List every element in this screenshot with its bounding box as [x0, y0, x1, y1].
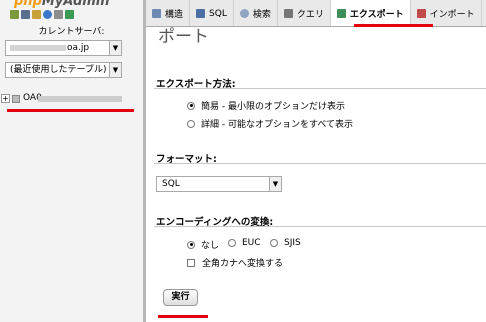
encoding-euc-option[interactable]: EUC [228, 238, 261, 248]
encoding-none-option[interactable]: なし [187, 238, 219, 251]
divider [154, 88, 486, 89]
divider [154, 163, 486, 164]
format-select[interactable]: SQL ▼ [156, 176, 282, 192]
recent-tables-select[interactable]: (最近使用したテーブル) ... ▼ [5, 62, 122, 78]
tab-label: 検索 [252, 10, 271, 20]
run-button[interactable]: 実行 [163, 289, 198, 306]
database-icon [12, 95, 20, 103]
tab-query[interactable]: クエリ [278, 0, 331, 26]
tab-label: クエリ [296, 10, 324, 20]
chevron-down-icon: ▼ [269, 177, 281, 191]
option-label: なし [201, 241, 220, 251]
radio-button[interactable] [228, 239, 236, 247]
redacted-db-name [38, 96, 122, 102]
kana-convert-checkbox[interactable] [187, 258, 195, 267]
expand-icon[interactable]: + [1, 94, 10, 103]
tab-sql[interactable]: SQL [190, 0, 234, 26]
export-icon [336, 9, 346, 18]
format-select-value: SQL [162, 179, 180, 189]
sql-icon [196, 9, 206, 18]
server-select-value: oa.jp [67, 43, 90, 53]
current-server-label: カレントサーバ: [38, 27, 105, 37]
search-icon [239, 9, 249, 18]
export-method-quick-option[interactable]: 簡易 - 最小限のオプションだけ表示 [187, 99, 345, 112]
highlight-underline [158, 315, 208, 318]
home-icon[interactable] [10, 10, 19, 19]
structure-icon [152, 9, 161, 18]
tab-label: インポート [429, 10, 475, 20]
quick-icons [10, 10, 74, 19]
tab-export[interactable]: エクスポート [330, 0, 411, 26]
sql-query-icon[interactable] [32, 10, 41, 19]
kana-convert-option[interactable]: 全角カナへ変換する [187, 256, 283, 269]
encoding-sjis-option[interactable]: SJIS [270, 238, 301, 248]
import-icon [416, 9, 426, 18]
logo-text-myadmin: MyAdmin [41, 0, 110, 9]
radio-button[interactable] [187, 240, 195, 249]
tab-import[interactable]: インポート [411, 0, 482, 26]
redacted-server-name [10, 44, 66, 51]
tab-label: 構造 [165, 10, 184, 20]
query-icon [283, 9, 293, 18]
divider [154, 226, 486, 227]
reload-icon[interactable] [65, 10, 74, 19]
navigation-panel: phpMyAdmin カレントサーバ: oa.jp ▼ (最近使用したテーブル)… [0, 0, 143, 322]
page-title: ポート [158, 27, 209, 47]
tab-label: エクスポート [349, 10, 404, 20]
radio-button[interactable] [270, 239, 278, 247]
tab-bar: 構造 SQL 検索 クエリ エクスポート インポート [146, 0, 486, 27]
chevron-down-icon: ▼ [109, 63, 121, 77]
help-icon[interactable] [43, 10, 52, 19]
highlight-underline [7, 109, 134, 112]
docs-icon[interactable] [54, 10, 63, 19]
export-method-custom-option[interactable]: 詳細 - 可能なオプションをすべて表示 [187, 117, 353, 130]
option-label: 全角カナへ変換する [202, 259, 284, 269]
logo-text-php: php [14, 0, 42, 9]
option-label: 簡易 - 最小限のオプションだけ表示 [201, 102, 345, 112]
option-label: 詳細 - 可能なオプションをすべて表示 [201, 120, 353, 130]
option-label: SJIS [284, 238, 301, 248]
chevron-down-icon: ▼ [109, 41, 121, 55]
option-label: EUC [242, 238, 261, 248]
tab-label: SQL [209, 8, 227, 19]
db-tree-item[interactable]: + OA0 [0, 93, 143, 105]
main-content: ポート エクスポート方法: 簡易 - 最小限のオプションだけ表示 詳細 - 可能… [146, 27, 486, 322]
server-select[interactable]: oa.jp ▼ [5, 40, 122, 56]
tab-search[interactable]: 検索 [234, 0, 278, 26]
phpmyadmin-logo[interactable]: phpMyAdmin [14, 0, 110, 9]
radio-button[interactable] [187, 101, 195, 110]
radio-button[interactable] [187, 119, 195, 128]
logout-icon[interactable] [21, 10, 30, 19]
recent-tables-value: (最近使用したテーブル) ... [10, 65, 118, 75]
tab-structure[interactable]: 構造 [146, 0, 191, 26]
